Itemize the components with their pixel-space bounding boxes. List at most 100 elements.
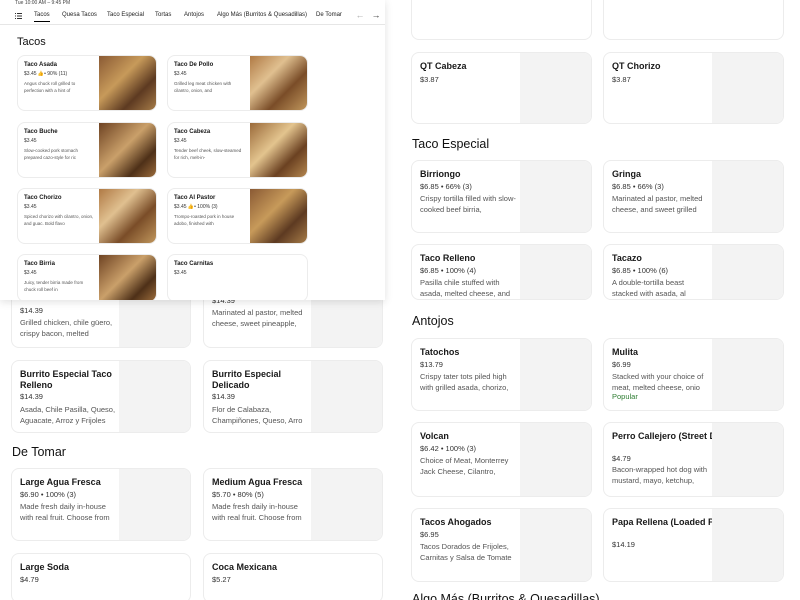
item-price: $3.87 — [420, 75, 439, 84]
menu-item-card[interactable]: Large Soda $4.79 — [11, 553, 191, 600]
item-name: Burrito Especial Taco Relleno — [20, 369, 112, 390]
item-image — [712, 423, 783, 496]
item-description: Grilled chicken, chile güero, crispy bac… — [20, 318, 113, 338]
menu-item-card[interactable]: Papa Rellena (Loaded Potato) $14.19 — [603, 508, 784, 582]
tab-de-tomar[interactable]: De Tomar — [316, 12, 342, 18]
item-price: $13.79 — [420, 360, 443, 369]
item-name: Taco De Pollo — [174, 62, 214, 68]
item-description: Flor de Calabaza, Champiñones, Queso, Ar… — [212, 405, 303, 425]
item-price: $3.45 👍• 100% (3) — [174, 204, 218, 210]
item-price: $14.39 — [20, 392, 43, 401]
item-description: Trompo-roasted pork in house adobo, fini… — [174, 214, 235, 226]
item-price: $3.45 👍• 90% (11) — [24, 71, 68, 77]
item-price: $3.45 — [24, 270, 37, 276]
item-description: Grilled leg meat chicken with cilantro, … — [174, 81, 232, 93]
item-description: Choice of Meat, Monterrey Jack Cheese, C… — [420, 456, 509, 476]
item-image — [99, 123, 156, 177]
menu-item-card[interactable] — [411, 0, 592, 40]
menu-item-card[interactable]: Taco Relleno $6.85 • 100% (4) Pasilla ch… — [411, 244, 592, 300]
scroll-left-arrow-icon[interactable]: ← — [354, 9, 366, 21]
item-description: Slow-cooked pork stomach prepared cazo-s… — [24, 148, 79, 160]
item-name: Coca Mexicana — [212, 562, 278, 572]
menu-item-card[interactable]: Taco Cabeza $3.45 Tender beef cheek, slo… — [167, 122, 308, 178]
section-title-taco-especial: Taco Especial — [412, 137, 490, 151]
item-image — [119, 469, 190, 540]
section-title-algo-mas: Algo Más (Burritos & Quesadillas) — [412, 592, 600, 600]
item-image — [712, 509, 783, 581]
item-description: Tender beef cheek, slow-steamed for rich… — [174, 148, 242, 160]
menu-item-card[interactable]: Burrito Especial Taco Relleno $14.39 Asa… — [11, 360, 191, 433]
item-description: Asada, Chile Pasilla, Queso, Aguacate, A… — [20, 405, 116, 425]
item-name: Taco Carnitas — [174, 261, 214, 267]
item-name: Taco Al Pastor — [174, 195, 216, 201]
item-name: Burrito Especial Delicado — [212, 369, 282, 390]
item-description: Crispy tortilla filled with slow-cooked … — [420, 194, 516, 214]
item-description: A double-tortilla beast stacked with asa… — [612, 278, 686, 298]
menu-item-card[interactable]: Taco De Pollo $3.45 Grilled leg meat chi… — [167, 55, 308, 111]
item-image — [712, 245, 783, 299]
item-image — [311, 361, 382, 432]
tab-algo-mas[interactable]: Algo Más (Burritos & Quesadillas) — [217, 12, 307, 18]
item-description: Crispy tater tots piled high with grille… — [420, 372, 509, 392]
menu-item-card[interactable]: Taco Buche $3.45 Slow-cooked pork stomac… — [17, 122, 157, 178]
menu-item-card[interactable]: Volcan $6.42 • 100% (3) Choice of Meat, … — [411, 422, 592, 497]
item-price: $3.87 — [612, 75, 631, 84]
menu-item-card[interactable]: Taco Asada $3.45 👍• 90% (11) Angus chuck… — [17, 55, 157, 111]
tab-taco-especial[interactable]: Taco Especial — [107, 12, 144, 18]
item-image — [520, 161, 591, 232]
item-image — [712, 339, 783, 410]
list-icon[interactable] — [15, 13, 22, 19]
menu-item-card[interactable]: Coca Mexicana $5.27 — [203, 553, 383, 600]
item-image — [250, 56, 307, 110]
menu-item-card[interactable]: Taco Birria $3.45 Juicy, tender birria m… — [17, 254, 157, 300]
item-price: $6.85 • 100% (6) — [612, 266, 668, 275]
section-title-antojos: Antojos — [412, 314, 454, 328]
item-image — [520, 339, 591, 410]
tab-antojos[interactable]: Antojos — [184, 12, 204, 18]
item-description: Pasilla chile stuffed with asada, melted… — [420, 278, 511, 298]
tab-tortas[interactable]: Tortas — [155, 12, 171, 18]
item-image — [250, 123, 307, 177]
item-image — [250, 189, 307, 243]
item-image — [520, 509, 591, 581]
item-name: Taco Asada — [24, 62, 58, 68]
item-description: Angus chuck roll grilled to perfection w… — [24, 81, 76, 93]
item-price: $14.39 — [20, 306, 43, 315]
menu-item-card[interactable]: QT Cabeza $3.87 — [411, 52, 592, 124]
menu-item-card[interactable]: Burrito Especial Delicado $14.39 Flor de… — [203, 360, 383, 433]
category-tabs: Tacos Quesa Tacos Taco Especial Tortas A… — [0, 8, 385, 25]
item-price: $6.42 • 100% (3) — [420, 444, 476, 453]
item-name: Taco Chorizo — [24, 195, 62, 201]
menu-item-card[interactable]: Tatochos $13.79 Crispy tater tots piled … — [411, 338, 592, 411]
item-name: Large Soda — [20, 562, 70, 572]
menu-item-card[interactable]: Birriongo $6.85 • 66% (3) Crispy tortill… — [411, 160, 592, 233]
item-description: Stacked with your choice of meat, melted… — [612, 372, 704, 392]
menu-item-card[interactable]: Perro Callejero (Street Dog) $4.79 Bacon… — [603, 422, 784, 497]
menu-item-card[interactable]: Tacos Ahogados $6.95 Tacos Dorados de Fr… — [411, 508, 592, 582]
item-description: Bacon-wrapped hot dog with mustard, mayo… — [612, 465, 708, 485]
item-image — [311, 469, 382, 540]
item-image — [520, 423, 591, 496]
item-name: Taco Cabeza — [174, 129, 211, 135]
scroll-right-arrow-icon[interactable]: → — [370, 9, 382, 21]
item-price: $3.45 — [24, 204, 37, 210]
tab-tacos[interactable]: Tacos — [34, 12, 50, 22]
item-price: $14.19 — [612, 540, 635, 549]
menu-item-card[interactable] — [603, 0, 784, 40]
item-price: $4.79 — [612, 454, 631, 463]
menu-item-card[interactable]: Taco Al Pastor $3.45 👍• 100% (3) Trompo-… — [167, 188, 308, 244]
menu-item-card[interactable]: Taco Chorizo $3.45 Spiced chorizo with c… — [17, 188, 157, 244]
section-title-de-tomar: De Tomar — [12, 445, 66, 459]
menu-item-card[interactable]: Mulita $6.99 Stacked with your choice of… — [603, 338, 784, 411]
item-price: $6.95 — [420, 530, 439, 539]
tab-quesa-tacos[interactable]: Quesa Tacos — [62, 12, 97, 18]
item-price: $5.27 — [212, 575, 231, 584]
menu-item-card[interactable]: Medium Agua Fresca $5.70 • 80% (5) Made … — [203, 468, 383, 541]
menu-item-card[interactable]: QT Chorizo $3.87 — [603, 52, 784, 124]
menu-item-card[interactable]: Large Agua Fresca $6.90 • 100% (3) Made … — [11, 468, 191, 541]
menu-item-card[interactable]: Gringa $6.85 • 66% (3) Marinated al past… — [603, 160, 784, 233]
menu-item-card[interactable]: Tacazo $6.85 • 100% (6) A double-tortill… — [603, 244, 784, 300]
item-image — [712, 161, 783, 232]
item-description: Juicy, tender birria made from chuck rol… — [24, 280, 84, 292]
menu-item-card[interactable]: Taco Carnitas $3.45 — [167, 254, 308, 300]
